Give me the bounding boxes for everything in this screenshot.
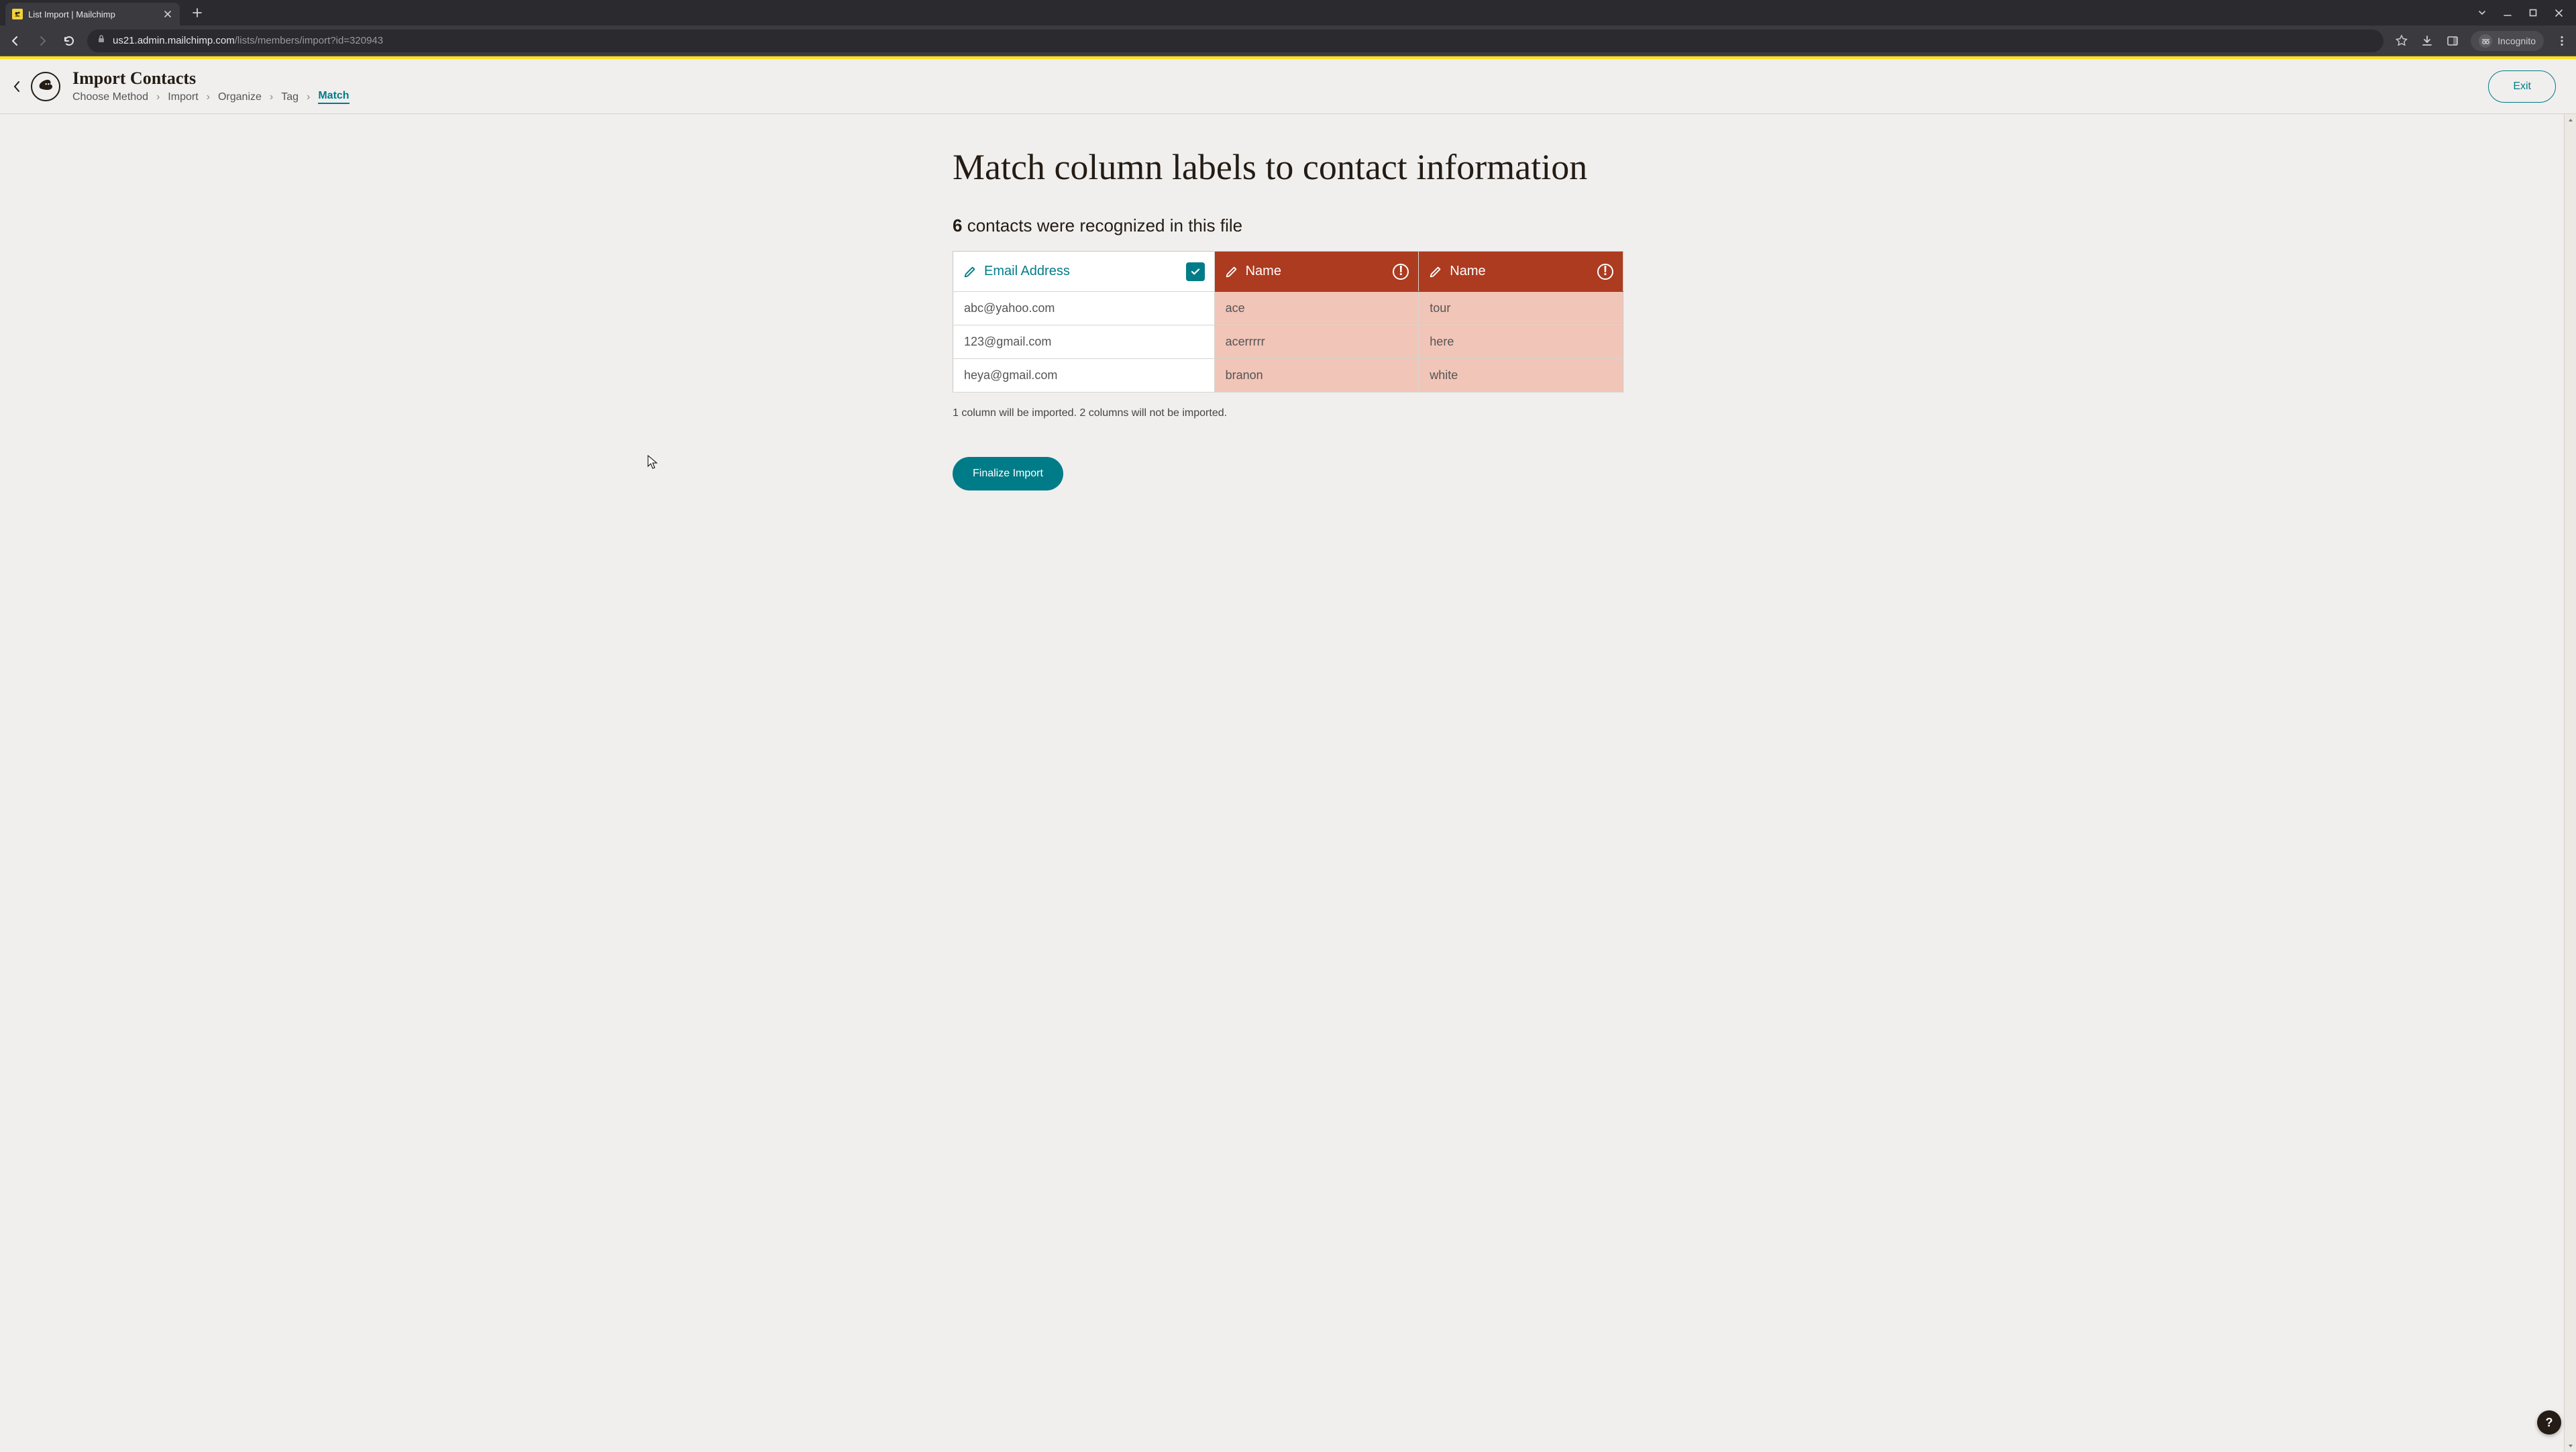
crumb-import[interactable]: Import	[168, 91, 198, 103]
column-header-name-2[interactable]: Name !	[1419, 252, 1623, 292]
chevron-right-icon: ›	[207, 91, 210, 103]
column-header-name-1[interactable]: Name !	[1214, 252, 1419, 292]
chrome-menu-icon[interactable]	[2555, 34, 2569, 48]
incognito-label: Incognito	[2498, 36, 2536, 46]
pencil-icon[interactable]	[1428, 264, 1443, 279]
downloads-icon[interactable]	[2420, 34, 2434, 48]
alert-icon: !	[1597, 264, 1613, 280]
cell-email: 123@gmail.com	[953, 325, 1215, 359]
cell-name2: here	[1419, 325, 1623, 359]
cell-name2: white	[1419, 359, 1623, 393]
alert-icon: !	[1393, 264, 1409, 280]
recognized-count-value: 6	[953, 215, 962, 236]
close-tab-icon[interactable]	[162, 9, 173, 19]
cell-email: heya@gmail.com	[953, 359, 1215, 393]
url-text: us21.admin.mailchimp.com/lists/members/i…	[113, 35, 383, 46]
column-label: Name	[1450, 264, 1591, 279]
chevron-right-icon: ›	[270, 91, 273, 103]
cell-name1: branon	[1214, 359, 1419, 393]
exit-button[interactable]: Exit	[2488, 70, 2556, 103]
minimize-icon[interactable]	[2502, 7, 2513, 18]
content-scroll-area: Match column labels to contact informati…	[0, 114, 2576, 1452]
vertical-scrollbar[interactable]	[2564, 114, 2576, 1452]
browser-tab[interactable]: List Import | Mailchimp	[5, 3, 180, 25]
browser-addressbar: us21.admin.mailchimp.com/lists/members/i…	[0, 25, 2576, 56]
import-summary-text: 1 column will be imported. 2 columns wil…	[953, 407, 1623, 419]
page-title: Import Contacts	[72, 68, 350, 89]
crumb-organize[interactable]: Organize	[218, 91, 262, 103]
cell-name1: ace	[1214, 292, 1419, 325]
chevron-right-icon: ›	[156, 91, 160, 103]
incognito-badge[interactable]: Incognito	[2471, 31, 2544, 51]
pencil-icon[interactable]	[1224, 264, 1239, 279]
content: Match column labels to contact informati…	[953, 114, 1623, 517]
tabs-dropdown-icon[interactable]	[2477, 7, 2487, 18]
table-row: abc@yahoo.com ace tour	[953, 292, 1623, 325]
chevron-right-icon: ›	[307, 91, 310, 103]
breadcrumb: Choose Method › Import › Organize › Tag …	[72, 90, 350, 104]
help-button[interactable]: ?	[2537, 1410, 2561, 1435]
cell-name1: acerrrrr	[1214, 325, 1419, 359]
cell-email: abc@yahoo.com	[953, 292, 1215, 325]
window-controls	[2477, 7, 2571, 18]
toolbar-right: Incognito	[2394, 31, 2569, 51]
recognized-count-text: 6 contacts were recognized in this file	[953, 215, 1623, 236]
column-header-email[interactable]: Email Address	[953, 252, 1215, 292]
column-label: Email Address	[984, 264, 1179, 279]
recognized-suffix: contacts were recognized in this file	[962, 215, 1242, 236]
nav-back-icon[interactable]	[7, 32, 24, 50]
tab-title: List Import | Mailchimp	[28, 9, 162, 19]
crumb-tag[interactable]: Tag	[281, 91, 299, 103]
table-row: heya@gmail.com branon white	[953, 359, 1623, 393]
header-back-icon[interactable]	[7, 76, 27, 97]
cell-name2: tour	[1419, 292, 1623, 325]
pencil-icon[interactable]	[963, 264, 977, 279]
mailchimp-favicon	[12, 9, 23, 19]
check-icon	[1186, 262, 1205, 281]
app-header: Import Contacts Choose Method › Import ›…	[0, 59, 2576, 114]
mailchimp-logo-icon[interactable]	[31, 72, 60, 101]
incognito-icon	[2479, 34, 2492, 48]
side-panel-icon[interactable]	[2445, 34, 2460, 48]
column-match-table: Email Address Name !	[953, 251, 1623, 393]
browser-tabstrip: List Import | Mailchimp	[0, 0, 2576, 25]
scroll-up-icon[interactable]	[2566, 115, 2575, 125]
column-label: Name	[1246, 264, 1387, 279]
finalize-import-button[interactable]: Finalize Import	[953, 457, 1063, 490]
crumb-match[interactable]: Match	[318, 90, 349, 104]
mouse-cursor-icon	[647, 455, 658, 470]
lock-icon	[97, 34, 106, 47]
maximize-icon[interactable]	[2528, 7, 2538, 18]
close-window-icon[interactable]	[2553, 7, 2564, 18]
new-tab-button[interactable]	[188, 3, 207, 22]
crumb-choose-method[interactable]: Choose Method	[72, 91, 148, 103]
reload-icon[interactable]	[60, 32, 78, 50]
page-heading: Match column labels to contact informati…	[953, 148, 1623, 187]
nav-forward-icon[interactable]	[34, 32, 51, 50]
bookmark-star-icon[interactable]	[2394, 34, 2409, 48]
table-row: 123@gmail.com acerrrrr here	[953, 325, 1623, 359]
url-field[interactable]: us21.admin.mailchimp.com/lists/members/i…	[87, 30, 2383, 52]
